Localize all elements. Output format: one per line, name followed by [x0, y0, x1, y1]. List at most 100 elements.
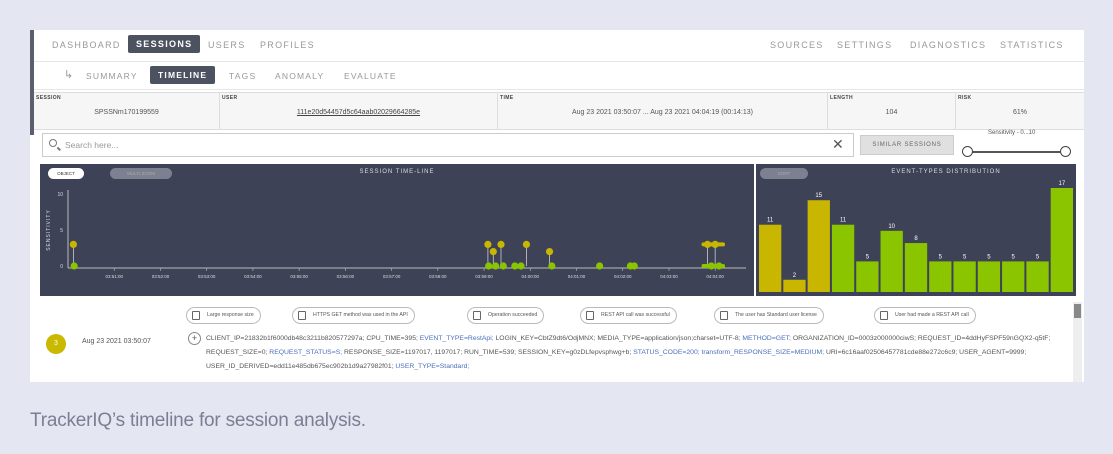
event-number-badge: 3 [46, 334, 66, 354]
risk-cell: RISK 61% [956, 93, 1084, 129]
event-time: Aug 23 2021 03:50:07 [82, 338, 151, 345]
attribute: REQUEST_SIZE=0; [206, 349, 270, 356]
tag-chip[interactable]: User had made a REST API call [874, 307, 976, 324]
bar-value-label: 5 [939, 254, 943, 260]
timeline-chart: 10 5 0 SENSITIVITY 03:51:00 03:52:00 03:53:00 0… [46, 190, 746, 279]
bar-value-label: 11 [767, 218, 774, 224]
distribution-bar[interactable] [759, 224, 782, 292]
event-point[interactable] [69, 240, 77, 248]
nav-dashboard[interactable]: DASHBOARD [52, 40, 121, 50]
tab-evaluate[interactable]: EVALUATE [344, 71, 397, 81]
event-point[interactable] [511, 262, 519, 270]
figure-caption: TrackerIQ’s timeline for session analysi… [30, 410, 366, 431]
event-point[interactable] [497, 240, 505, 248]
distribution-bar[interactable] [856, 261, 879, 292]
nav-diagnostics[interactable]: DIAGNOSTICS [910, 40, 986, 50]
nav-settings[interactable]: SETTINGS [837, 40, 892, 50]
sensitivity-min-handle[interactable] [962, 146, 973, 157]
expand-button[interactable]: + [188, 332, 201, 345]
y-tick-label: 5 [60, 228, 63, 234]
close-icon[interactable]: ✕ [832, 137, 844, 151]
time-cell: TIME Aug 23 2021 03:50:07 ... Aug 23 202… [498, 93, 828, 129]
distribution-bar[interactable] [807, 200, 830, 292]
attribute: transform_RESPONSE_SIZE=MEDIUM; [701, 349, 826, 356]
event-point[interactable] [630, 262, 638, 270]
tag-chip[interactable]: REST API call was successful [580, 307, 677, 324]
bar-value-label: 5 [963, 254, 967, 260]
user-link[interactable]: 111e20d54457d5c64aab02029664285e [220, 109, 497, 116]
tab-timeline[interactable]: TIMELINE [150, 66, 216, 84]
top-nav: DASHBOARD SESSIONS USERS PROFILES SOURCE… [34, 30, 1084, 62]
distribution-bar[interactable] [1050, 188, 1073, 292]
search-input[interactable] [65, 138, 825, 152]
event-point[interactable] [548, 262, 556, 270]
length-cell: LENGTH 104 [828, 93, 956, 129]
x-tick-label: 04:03:00 [660, 274, 678, 279]
nav-users[interactable]: USERS [208, 40, 246, 50]
tag-chip[interactable]: The user has Standard user license [714, 307, 824, 324]
scrollbar-thumb[interactable] [1074, 304, 1081, 318]
x-tick-label: 04:00:00 [522, 274, 540, 279]
document-icon [473, 311, 481, 320]
tab-anomaly[interactable]: ANOMALY [275, 71, 324, 81]
x-tick-label: 03:56:00 [337, 274, 355, 279]
event-point[interactable] [499, 262, 507, 270]
tag-label: REST API call was successful [601, 312, 670, 318]
bar-value-label: 5 [987, 254, 991, 260]
distribution-panel: SORT EVENT-TYPES DISTRIBUTION 11 2 15 11 5 10… [756, 164, 1076, 296]
event-point[interactable] [489, 248, 497, 256]
attribute: RESPONSE_SIZE=1197017, 1197017; [344, 349, 465, 356]
timeline-panel: OBJECT MULTI ZOOM SESSION TIME-LINE 10 5 0… [40, 164, 754, 296]
tag-chip[interactable]: Large response size [186, 307, 261, 324]
distribution-bar[interactable] [831, 224, 855, 292]
nav-sessions[interactable]: SESSIONS [128, 35, 201, 53]
distribution-bar[interactable] [783, 279, 806, 292]
attribute: CLIENT_IP=21832b1f6000db48c3211b82057729… [206, 335, 367, 342]
distribution-bar[interactable] [904, 243, 928, 292]
event-point[interactable] [517, 262, 525, 270]
similar-sessions-button[interactable]: SIMILAR SESSIONS [860, 135, 954, 155]
tag-label: Large response size [207, 312, 254, 318]
attribute: STATUS_CODE=200; [633, 349, 702, 356]
tag-chip[interactable]: HTTPS GET method was used in the API [292, 307, 415, 324]
distribution-bar[interactable] [953, 261, 976, 292]
attribute: URI=6c16aaf02506457781cde88e272c6c9; [825, 349, 960, 356]
event-row[interactable]: 3 Aug 23 2021 03:50:07 Large response si… [34, 300, 1072, 382]
attribute: EVENT_TYPE=RestApi; [419, 335, 496, 342]
distribution-bar[interactable] [1002, 261, 1025, 292]
event-point[interactable] [485, 262, 493, 270]
document-icon [298, 311, 306, 320]
event-point[interactable] [492, 262, 500, 270]
bar-value-label: 2 [793, 273, 797, 279]
nav-sources[interactable]: SOURCES [770, 40, 824, 50]
time-value: Aug 23 2021 03:50:07 ... Aug 23 2021 04:… [572, 109, 753, 116]
bar-value-label: 10 [888, 224, 895, 230]
sensitivity-max-handle[interactable] [1060, 146, 1071, 157]
event-point[interactable] [522, 240, 531, 248]
distribution-bar[interactable] [880, 230, 903, 292]
document-icon [192, 311, 200, 320]
tag-chip[interactable]: Operation succeeded [467, 307, 545, 324]
nav-profiles[interactable]: PROFILES [260, 40, 315, 50]
app-screenshot: DASHBOARD SESSIONS USERS PROFILES SOURCE… [30, 30, 1084, 382]
distribution-bar[interactable] [1026, 261, 1049, 292]
tag-label: Operation succeeded [488, 312, 538, 318]
nav-statistics[interactable]: STATISTICS [1000, 40, 1064, 50]
event-point[interactable] [596, 262, 604, 270]
bar-value-label: 8 [914, 236, 918, 242]
distribution-bar[interactable] [977, 261, 1001, 292]
tab-tags[interactable]: TAGS [229, 71, 256, 81]
risk-label: RISK [958, 95, 972, 101]
sensitivity-slider-track[interactable] [967, 151, 1069, 153]
bar-value-label: 5 [1012, 254, 1016, 260]
search-icon [49, 139, 57, 147]
event-point[interactable] [70, 262, 78, 270]
attribute: USER_ID_DERIVED=edd11e485db675ec902b1d9a… [206, 363, 396, 370]
distribution-bar[interactable] [929, 261, 952, 292]
event-point[interactable] [484, 240, 492, 248]
tab-summary[interactable]: SUMMARY [86, 71, 138, 81]
bar-value-label: 5 [1036, 254, 1040, 260]
event-point[interactable] [545, 248, 554, 256]
x-tick-label: 04:01:00 [568, 274, 586, 279]
length-label: LENGTH [830, 95, 853, 101]
